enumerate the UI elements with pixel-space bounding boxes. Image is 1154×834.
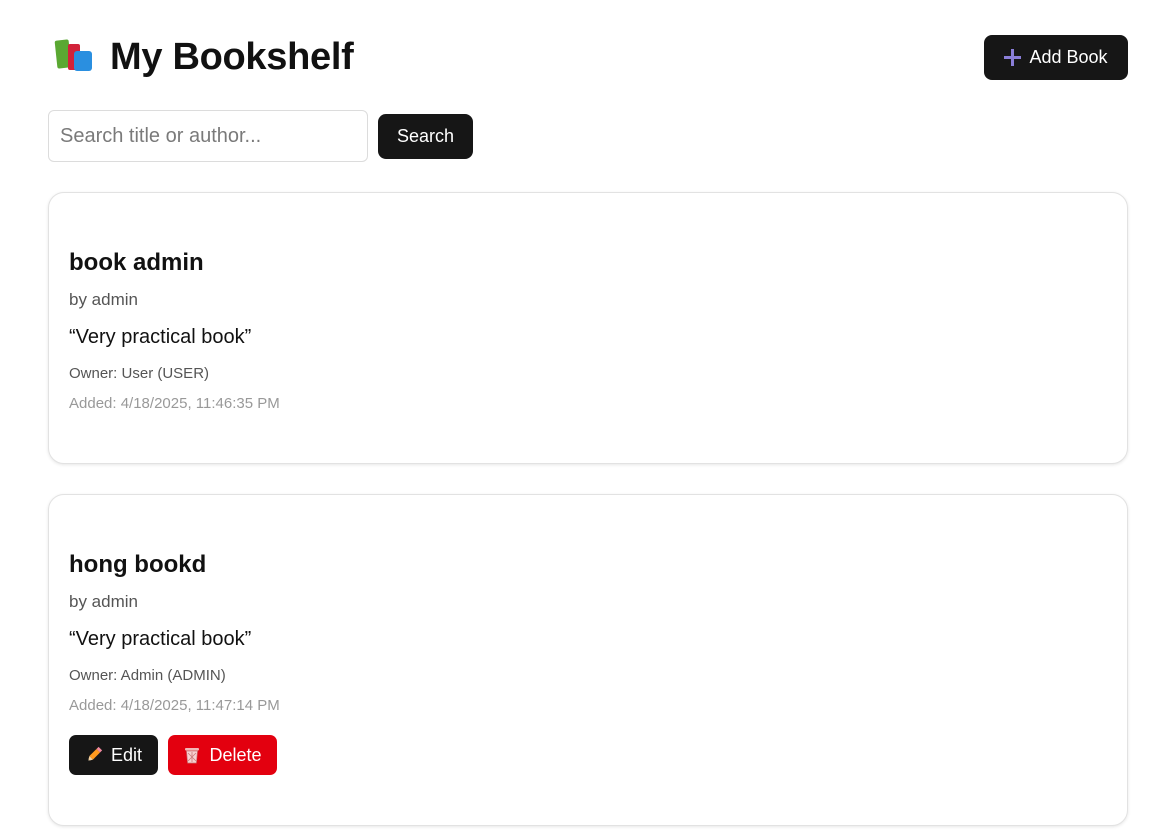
- book-author: by admin: [69, 290, 138, 309]
- book-title: book admin: [69, 249, 204, 276]
- edit-button[interactable]: Edit: [69, 735, 158, 775]
- book-card: hong bookd by admin “Very practical book…: [48, 494, 1128, 826]
- title-group: My Bookshelf: [48, 30, 354, 84]
- delete-button[interactable]: Delete: [168, 735, 277, 775]
- header: My Bookshelf Add Book: [48, 30, 1128, 84]
- book-added-date: Added: 4/18/2025, 11:46:35 PM: [69, 395, 280, 412]
- book-actions: Edit Delete: [69, 735, 277, 775]
- delete-label: Delete: [209, 744, 262, 765]
- book-added-date: Added: 4/18/2025, 11:47:14 PM: [69, 697, 280, 714]
- search-input[interactable]: [48, 110, 368, 162]
- books-icon: [54, 37, 102, 77]
- search-bar: Search: [48, 110, 473, 162]
- book-quote: “Very practical book”: [69, 326, 252, 348]
- book-quote: “Very practical book”: [69, 628, 252, 650]
- page-title: My Bookshelf: [110, 35, 354, 78]
- edit-label: Edit: [110, 744, 143, 765]
- pencil-icon: [87, 746, 103, 762]
- book-owner: Owner: Admin (ADMIN): [69, 667, 226, 684]
- book-owner: Owner: User (USER): [69, 365, 210, 382]
- plus-icon: [1004, 49, 1022, 66]
- book-author: by admin: [69, 592, 138, 611]
- trash-icon: [185, 748, 200, 764]
- book-card: book admin by admin “Very practical book…: [48, 192, 1128, 464]
- add-book-button[interactable]: Add Book: [984, 35, 1128, 80]
- add-book-label: Add Book: [1029, 47, 1108, 67]
- book-title: hong bookd: [69, 551, 207, 578]
- search-button[interactable]: Search: [378, 113, 473, 159]
